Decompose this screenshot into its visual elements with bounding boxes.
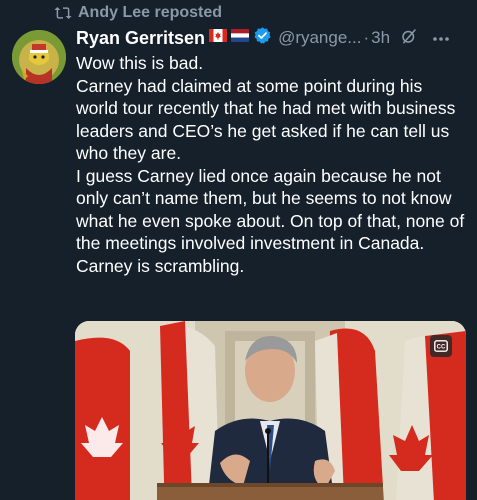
repost-label: Andy Lee reposted bbox=[78, 4, 223, 21]
tweet-body: Ryan Gerritsen @ryange... · 3h Wow this … bbox=[76, 24, 468, 277]
repost-icon bbox=[54, 5, 72, 21]
canada-flag-left bbox=[75, 337, 130, 500]
separator-dot: · bbox=[363, 28, 370, 47]
tweet-text-line: I guess Carney lied once again because h… bbox=[76, 165, 465, 254]
netherlands-flag-icon bbox=[231, 29, 250, 47]
closed-captions-icon[interactable]: CC bbox=[430, 335, 452, 357]
canada-flag-icon bbox=[209, 29, 228, 47]
author-name[interactable]: Ryan Gerritsen bbox=[76, 28, 205, 49]
avatar[interactable] bbox=[12, 30, 66, 84]
grok-icon[interactable] bbox=[400, 27, 418, 50]
verified-badge-icon bbox=[253, 26, 272, 50]
tweet-text: Wow this is bad. Carney had claimed at s… bbox=[76, 52, 468, 277]
more-options-icon[interactable] bbox=[432, 29, 450, 47]
svg-text:CC: CC bbox=[437, 345, 446, 351]
tweet-text-line: Wow this is bad. bbox=[76, 53, 204, 73]
tweet-video[interactable]: CC bbox=[75, 321, 466, 500]
tweet-text-line: Carney is scrambling. bbox=[76, 255, 245, 276]
tweet-header: Ryan Gerritsen @ryange... · 3h bbox=[76, 24, 468, 52]
repost-indicator[interactable]: Andy Lee reposted bbox=[54, 2, 222, 24]
tweet-page: Andy Lee reposted Ryan Gerritsen @ryange… bbox=[0, 0, 477, 500]
tweet-text-line: Carney had claimed at some point during … bbox=[76, 75, 456, 164]
author-handle[interactable]: @ryange... bbox=[278, 28, 361, 48]
tweet-timestamp[interactable]: 3h bbox=[371, 28, 390, 48]
